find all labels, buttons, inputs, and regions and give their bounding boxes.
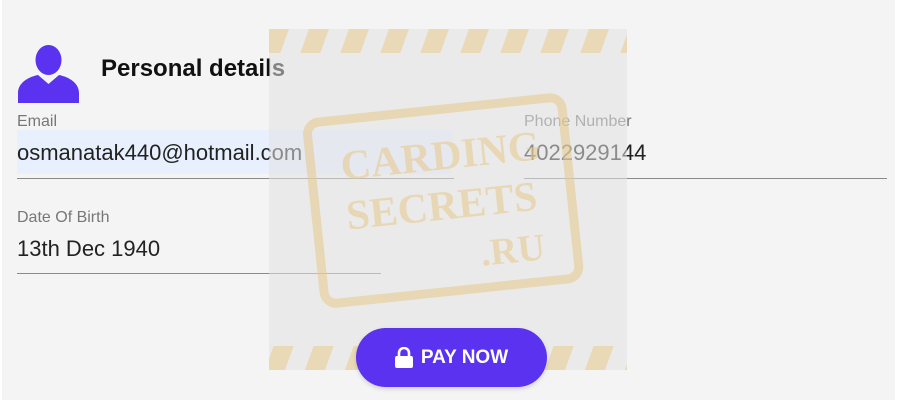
user-icon xyxy=(18,45,79,103)
lock-icon xyxy=(394,347,413,368)
email-underline xyxy=(17,178,454,179)
email-value[interactable]: osmanatak440@hotmail.com xyxy=(17,140,302,166)
pay-now-label: PAY NOW xyxy=(420,346,509,368)
section-header: Personal details xyxy=(18,40,418,103)
dob-field[interactable]: Date Of Birth 13th Dec 1940 xyxy=(17,209,381,277)
phone-value[interactable]: 4022929144 xyxy=(524,140,646,166)
pay-now-button[interactable]: PAY NOW xyxy=(356,328,547,387)
dob-value[interactable]: 13th Dec 1940 xyxy=(17,236,160,262)
phone-field[interactable]: Phone Number 4022929144 xyxy=(524,113,887,181)
section-title: Personal details xyxy=(101,55,286,82)
dob-label: Date Of Birth xyxy=(17,209,110,226)
phone-underline xyxy=(524,178,887,179)
phone-label: Phone Number xyxy=(524,113,632,130)
dob-underline xyxy=(17,273,381,274)
email-label: Email xyxy=(17,113,58,130)
email-field[interactable]: Email osmanatak440@hotmail.com xyxy=(17,113,454,181)
